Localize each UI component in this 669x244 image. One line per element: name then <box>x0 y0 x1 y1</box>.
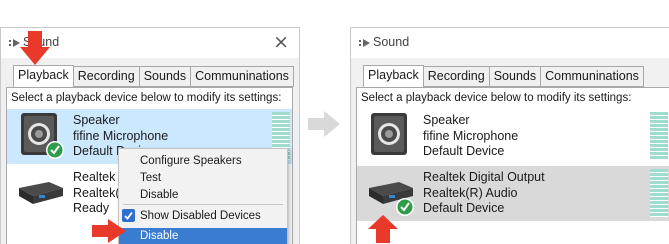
tab-recording[interactable]: Recording <box>73 66 140 87</box>
device-row-speaker[interactable]: Speaker fifine Microphone Default Device <box>357 109 669 164</box>
speaker-icon <box>21 113 64 159</box>
digital-output-icon <box>19 182 63 204</box>
close-button[interactable]: × <box>273 31 289 53</box>
tab-playback[interactable]: Playback <box>13 65 74 88</box>
menu-show-disabled-devices[interactable]: Show Disabled Devices <box>119 208 287 224</box>
device-status: Default Device <box>423 201 505 215</box>
device-name: Realtek Digital Output <box>423 170 545 184</box>
tab-strip: Playback Recording Sounds Communinations <box>363 65 644 88</box>
tab-sounds[interactable]: Sounds <box>139 66 192 87</box>
instruction-text: Select a playback device below to modify… <box>11 92 282 104</box>
speaker-icon <box>371 113 407 155</box>
annotation-arrow-up-icon <box>368 215 398 243</box>
device-name: Speaker <box>423 113 470 127</box>
device-list-pane: Select a playback device below to modify… <box>356 87 669 244</box>
level-meter <box>650 112 668 160</box>
tab-strip: Playback Recording Sounds Communinations <box>13 65 294 88</box>
tab-communications[interactable]: Communinations <box>541 66 644 87</box>
sound-icon <box>359 39 370 47</box>
device-info: Realtek Digital Output Realtek(R) Audio … <box>423 170 545 217</box>
menu-configure-speakers[interactable]: Configure Speakers <box>119 153 287 169</box>
level-meter <box>650 169 668 217</box>
menu-item-label: Show Disabled Devices <box>140 210 261 222</box>
window-title: Sound <box>373 35 410 49</box>
menu-disable[interactable]: Disable <box>119 187 287 203</box>
sound-dialog-after: Sound Playback Recording Sounds Communin… <box>350 27 669 244</box>
menu-separator <box>123 204 283 205</box>
tab-recording[interactable]: Recording <box>423 66 490 87</box>
device-status: Default Device <box>423 144 505 158</box>
device-info: Speaker fifine Microphone Default Device <box>423 113 518 160</box>
transition-arrow-icon <box>308 111 340 137</box>
device-description: fifine Microphone <box>423 128 519 143</box>
menu-test[interactable]: Test <box>119 170 287 186</box>
tab-playback[interactable]: Playback <box>363 65 424 88</box>
context-menu: Configure Speakers Test Disable Show Dis… <box>118 148 288 244</box>
menu-disable-highlighted[interactable]: Disable <box>119 228 287 244</box>
instruction-text: Select a playback device below to modify… <box>361 92 632 104</box>
digital-output-icon <box>369 182 414 216</box>
annotation-arrow-right-icon <box>92 219 126 243</box>
title-bar[interactable]: Sound <box>351 28 669 58</box>
tab-sounds[interactable]: Sounds <box>489 66 542 87</box>
device-description: Realtek(R) Audio <box>423 185 518 200</box>
device-description: fifine Microphone <box>73 128 169 143</box>
device-name: Speaker <box>73 113 120 127</box>
device-row-digital-output[interactable]: Realtek Digital Output Realtek(R) Audio … <box>357 166 669 221</box>
annotation-arrow-down-icon <box>20 31 50 65</box>
tab-communications[interactable]: Communinations <box>191 66 294 87</box>
